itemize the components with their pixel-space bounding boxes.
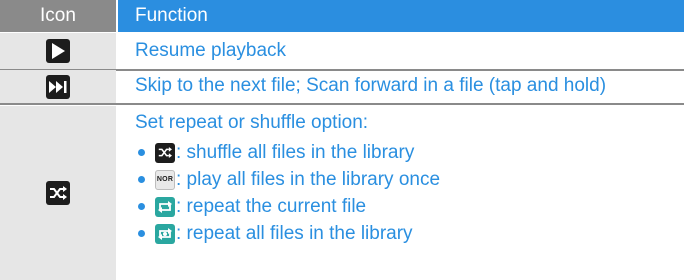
table-header: Icon Function [0,0,684,32]
bullet [138,203,145,210]
function-text: Resume playback [135,40,287,61]
icon-cell [0,106,116,280]
option-text: : shuffle all files in the library [176,141,415,163]
repeat-all-icon [155,223,175,244]
table-row: Resume playback [0,33,684,69]
skip-next-icon [46,74,70,99]
function-table: Icon Function Resume playback Skip to th… [0,0,684,280]
repeat-one-icon [155,196,175,217]
play-icon [46,39,70,63]
nor-icon-label: NOR [156,176,174,183]
list-item: : shuffle all files in the library [135,139,440,166]
function-cell: Set repeat or shuffle option: : shuffle … [118,106,684,280]
option-list: : shuffle all files in the library NOR :… [135,139,440,247]
option-text: : repeat all files in the library [176,222,413,244]
option-text: : repeat the current file [176,195,367,217]
function-text: Skip to the next file; Scan forward in a… [135,75,607,96]
icon-cell [0,70,116,103]
function-text: Set repeat or shuffle option: [135,112,369,133]
shuffle-icon [46,181,70,205]
bullet [138,149,145,156]
list-item: : repeat the current file [135,193,440,220]
header-function-column: Function [118,0,684,32]
bullet [138,176,145,183]
table-row: Set repeat or shuffle option: : shuffle … [0,106,684,280]
shuffle-icon [155,142,175,163]
icon-cell [0,33,116,69]
nor-icon: NOR [155,169,175,190]
function-cell: Skip to the next file; Scan forward in a… [118,70,684,103]
table-row: Skip to the next file; Scan forward in a… [0,70,684,103]
option-text: : play all files in the library once [176,168,441,190]
header-icon-column: Icon [0,0,116,32]
row-divider [0,103,684,105]
bullet [138,230,145,237]
function-cell: Resume playback [118,33,684,69]
list-item: : repeat all files in the library [135,220,440,247]
list-item: NOR : play all files in the library once [135,166,440,193]
